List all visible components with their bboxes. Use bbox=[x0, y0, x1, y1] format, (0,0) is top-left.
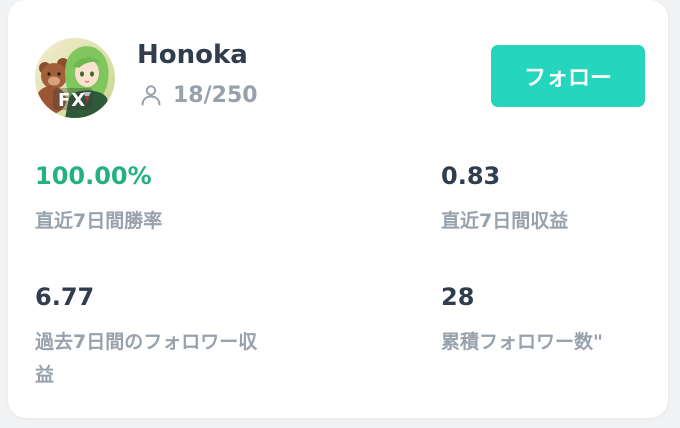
follower-count-text: 18/250 bbox=[173, 82, 258, 108]
avatar-badge-text: FX bbox=[58, 90, 87, 111]
follower-count: 18/250 bbox=[139, 80, 258, 110]
stat-label: 累積フォロワー数" bbox=[441, 331, 603, 353]
stat-profit: 0.83 直近7日間収益 bbox=[441, 160, 568, 238]
trader-card[interactable]: FX Honoka 18/250 フォロー 100.00% 直近7日間勝率 0.… bbox=[8, 0, 668, 418]
username[interactable]: Honoka bbox=[137, 38, 248, 72]
stat-label: 過去7日間のフォロワー収益 bbox=[35, 331, 258, 386]
stat-value: 28 bbox=[441, 283, 475, 311]
stat-total-followers: 28 累積フォロワー数" bbox=[441, 281, 603, 359]
stat-value: 6.77 bbox=[35, 283, 95, 311]
stat-win-rate: 100.00% 直近7日間勝率 bbox=[35, 160, 162, 238]
avatar[interactable]: FX bbox=[35, 38, 115, 118]
follow-button[interactable]: フォロー bbox=[491, 45, 645, 107]
stat-value: 100.00% bbox=[35, 162, 152, 190]
stat-value: 0.83 bbox=[441, 162, 501, 190]
stat-label: 直近7日間収益 bbox=[441, 210, 569, 232]
stat-follower-profit: 6.77 過去7日間のフォロワー収益 bbox=[35, 281, 275, 392]
stat-label: 直近7日間勝率 bbox=[35, 210, 163, 232]
user-icon bbox=[141, 85, 161, 106]
